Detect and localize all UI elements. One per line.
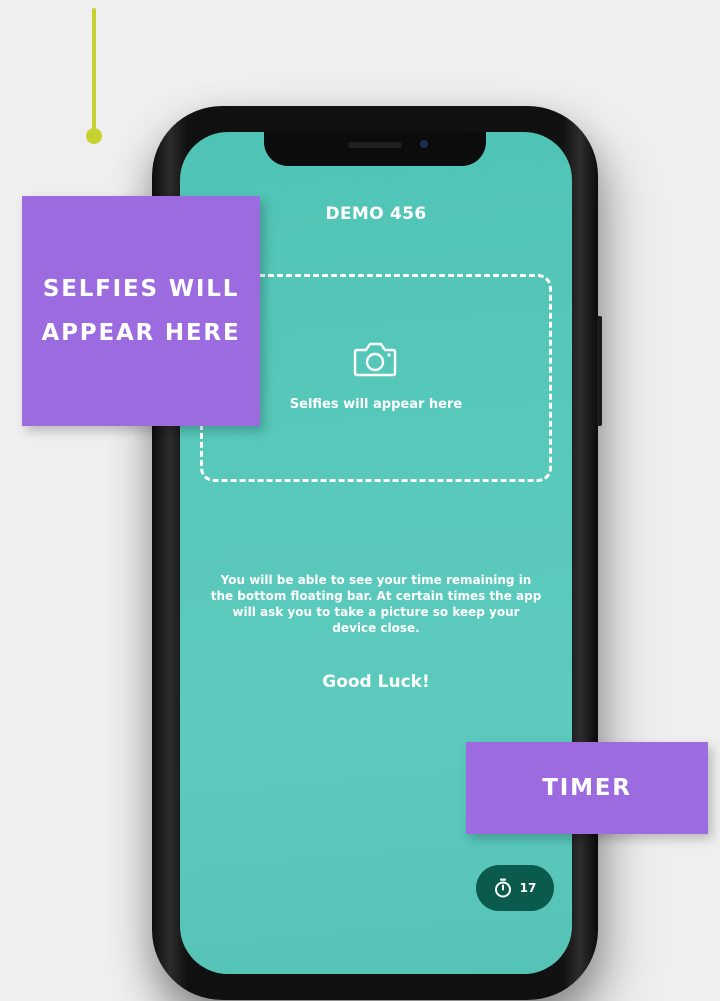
stopwatch-icon	[494, 878, 511, 898]
pointer-dot	[86, 128, 102, 144]
good-luck-text: Good Luck!	[322, 672, 430, 692]
selfies-callout-label: SELFIES WILL APPEAR HERE	[41, 276, 241, 346]
speaker-grille	[348, 142, 402, 148]
phone-notch	[264, 132, 486, 166]
timer-value: 17	[519, 881, 537, 895]
front-camera	[420, 140, 428, 148]
phone-side-button	[597, 316, 602, 426]
camera-icon	[353, 342, 397, 377]
timer-callout: TIMER	[466, 742, 708, 834]
instructions-text: You will be able to see your time remain…	[210, 573, 542, 635]
timer-callout-label: TIMER	[542, 775, 632, 801]
pointer-line	[92, 8, 96, 132]
selfies-callout: SELFIES WILL APPEAR HERE	[22, 196, 260, 426]
timer-floating-bar[interactable]: 17	[476, 865, 554, 911]
